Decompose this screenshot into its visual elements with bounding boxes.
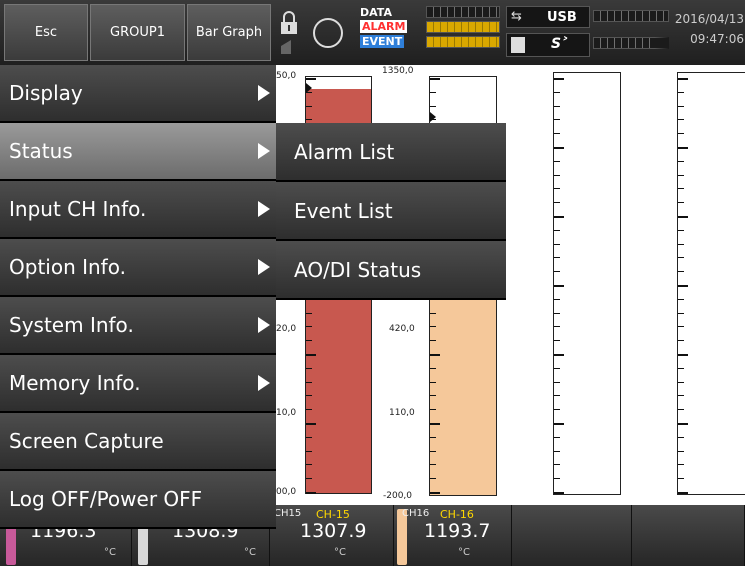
menu-item-memory-info[interactable]: Memory Info. [0, 355, 276, 413]
readout-unit: °C [458, 547, 470, 558]
menu-item-log-off-power-off[interactable]: Log OFF/Power OFF [0, 471, 276, 529]
submenu-item-ao-di-status[interactable]: AO/DI Status [276, 241, 506, 300]
submenu-arrow-icon [258, 143, 270, 159]
menu-item-label: Input CH Info. [9, 197, 147, 221]
menu-item-label: Screen Capture [9, 429, 164, 453]
time-display: 09:47:06 [690, 32, 744, 46]
readout-cell-6[interactable] [632, 505, 745, 566]
channel-bar-3 [553, 72, 621, 495]
submenu-arrow-icon [258, 375, 270, 391]
usb-capacity-bar [593, 10, 669, 22]
submenu-item-label: AO/DI Status [294, 257, 422, 282]
menu-item-label: Memory Info. [9, 371, 141, 395]
channel-bar-4 [677, 72, 745, 495]
group-select-button[interactable]: GROUP1 [90, 4, 185, 61]
view-mode-button[interactable]: Bar Graph [187, 4, 271, 61]
menu-item-label: Status [9, 139, 73, 163]
usb-label: USB [547, 10, 577, 25]
status-submenu: Alarm List Event List AO/DI Status [276, 123, 506, 300]
data-level-bar [426, 6, 500, 18]
readout-unit: °C [334, 547, 346, 558]
menu-item-input-ch-info[interactable]: Input CH Info. [0, 181, 276, 239]
alarm-indicator-label: ALARM [360, 20, 408, 33]
bar-4-ticks [678, 78, 688, 494]
date-display: 2016/04/13 [674, 12, 744, 26]
top-toolbar: Esc GROUP1 Bar Graph DATA ALARM EVENT ⇆ … [0, 0, 745, 65]
col2-scale-low: 110,0 [389, 408, 415, 418]
sd-logo-icon: S˃ [551, 36, 569, 52]
readout-value: 1193.7 [424, 520, 491, 542]
menu-item-display[interactable]: Display [0, 65, 276, 123]
submenu-item-label: Event List [294, 198, 393, 223]
sd-card-status-box: S˃ [506, 33, 590, 57]
readout-cell-5[interactable] [512, 505, 632, 566]
menu-item-label: Option Info. [9, 255, 126, 279]
menu-item-screen-capture[interactable]: Screen Capture [0, 413, 276, 471]
submenu-item-event-list[interactable]: Event List [276, 182, 506, 241]
bar-3-ticks [554, 78, 564, 494]
readout-channel-tag: CH16 [402, 508, 430, 519]
usb-status-box: ⇆ USB [506, 6, 590, 28]
col1-scale-max: 50,0 [276, 71, 297, 81]
event-indicator-label: EVENT [360, 35, 405, 48]
readout-cell-3[interactable]: CH15 CH-15 1307.9 °C [270, 505, 394, 566]
col1-scale-min: 00,0 [276, 487, 297, 497]
record-status-icon [306, 8, 350, 58]
col1-scale-low: 10,0 [276, 408, 297, 418]
data-indicator-label: DATA [360, 6, 392, 19]
usb-icon: ⇆ [511, 9, 522, 24]
esc-button[interactable]: Esc [4, 4, 88, 61]
menu-item-option-info[interactable]: Option Info. [0, 239, 276, 297]
sd-capacity-bar [593, 37, 669, 49]
submenu-item-alarm-list[interactable]: Alarm List [276, 123, 506, 182]
menu-item-label: Display [9, 81, 83, 105]
col2-scale-min: -200,0 [383, 491, 413, 501]
menu-item-status[interactable]: Status [0, 123, 276, 181]
event-level-bar [426, 36, 500, 48]
menu-item-label: System Info. [9, 313, 134, 337]
lock-icon[interactable] [278, 8, 300, 56]
menu-item-system-info[interactable]: System Info. [0, 297, 276, 355]
readout-unit: °C [104, 547, 116, 558]
sd-card-icon [511, 37, 525, 53]
main-menu: Display Status Input CH Info. Option Info. S… [0, 65, 276, 529]
alarm-level-bar [426, 21, 500, 33]
readout-cell-4[interactable]: CH16 CH-16 1193.7 °C [394, 505, 512, 566]
readout-unit: °C [244, 547, 256, 558]
col2-scale-mid: 420,0 [389, 324, 415, 334]
col2-scale-max: 1350,0 [382, 66, 414, 76]
menu-item-label: Log OFF/Power OFF [9, 487, 203, 511]
readout-channel-tag: CH15 [274, 508, 302, 519]
submenu-item-label: Alarm List [294, 139, 395, 164]
readout-value: 1307.9 [300, 520, 367, 542]
submenu-arrow-icon [258, 201, 270, 217]
submenu-arrow-icon [258, 259, 270, 275]
submenu-arrow-icon [258, 85, 270, 101]
col1-scale-mid: 20,0 [276, 324, 297, 334]
submenu-arrow-icon [258, 317, 270, 333]
